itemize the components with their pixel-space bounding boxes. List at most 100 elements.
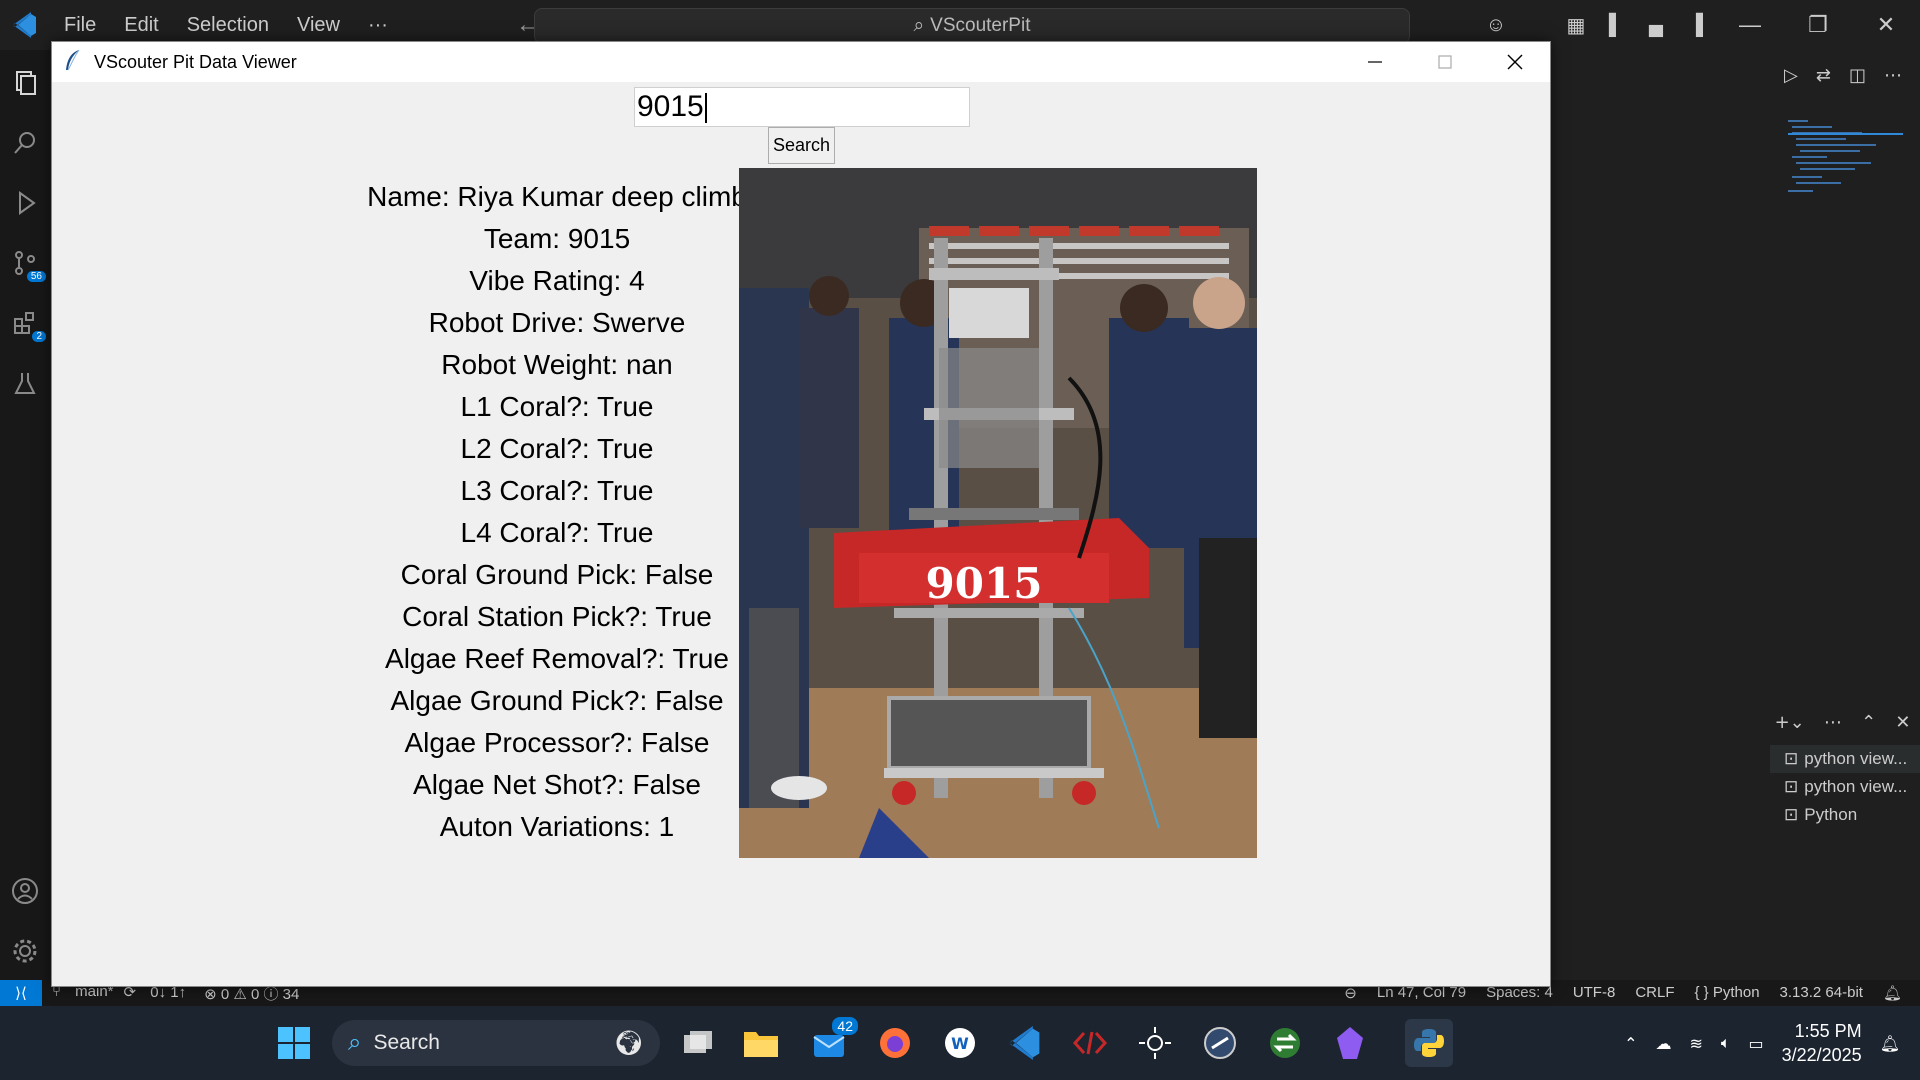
field-coral-ground-pick: Coral Ground Pick: False [400,559,714,590]
onedrive-cloud-icon[interactable]: ☁ [1655,1034,1671,1053]
menu-edit[interactable]: Edit [124,14,158,37]
feather-icon [64,49,82,76]
windows-start-icon[interactable] [274,1023,314,1063]
notifications-bell-icon[interactable]: 🔔︎ [1883,984,1902,1002]
pit-data-viewer-window: VScouter Pit Data Viewer 9015 Search Nam… [51,41,1551,987]
command-center-label: VScouterPit [930,15,1031,36]
obsidian-icon[interactable] [1330,1023,1370,1063]
search-button[interactable]: Search [768,127,835,164]
mail-icon[interactable]: 42 [810,1017,858,1063]
panel-actions: +⌄ ⋯ ⌃ ✕ [1765,712,1920,733]
line-ending[interactable]: CRLF [1635,984,1674,1002]
field-l3-coral: L3 Coral?: True [460,475,654,506]
search-icon[interactable] [10,128,40,158]
sync-app-icon[interactable] [1265,1023,1305,1063]
clock[interactable]: 1:55 PM 3/22/2025 [1782,1019,1862,1067]
menu-file[interactable]: File [64,14,96,37]
maximize-panel-icon[interactable]: ⌃ [1861,712,1876,733]
notification-icon[interactable]: 🔔︎ [1880,1034,1900,1053]
terminal-item[interactable]: ⊡ Python [1770,801,1920,829]
field-name: Name: Riya Kumar deep climb [367,181,747,212]
encoding[interactable]: UTF-8 [1573,984,1616,1002]
menu-selection[interactable]: Selection [187,14,269,37]
dev-tool-icon[interactable] [1070,1023,1110,1063]
copilot-icon[interactable]: ☺ [1476,14,1516,37]
team-search-input[interactable]: 9015 [634,87,970,127]
terminal-item[interactable]: ⊡ python view... [1770,773,1920,801]
new-terminal-icon[interactable]: +⌄ [1775,712,1805,733]
text-caret [704,93,707,124]
app-icon[interactable] [1200,1023,1240,1063]
editor-actions: ▷ ⇄ ◫ ⋯ [1550,50,1920,100]
manage-gear-icon[interactable] [10,936,40,966]
source-control-badge: 56 [26,271,46,282]
search-icon: ⌕ [348,1029,362,1056]
task-view-icon[interactable] [678,1023,718,1063]
terminal-label: python view... [1804,749,1908,768]
minimize-icon[interactable]: — [1716,12,1784,38]
firefox-icon[interactable] [875,1023,915,1063]
remote-icon[interactable]: ⟩⟨ [0,980,42,1006]
minimize-icon[interactable] [1340,42,1410,82]
team-search-value: 9015 [637,90,704,123]
terminal-item[interactable]: ⊡ python view... [1770,745,1920,773]
run-icon[interactable]: ▷ [1784,65,1798,86]
python-interpreter[interactable]: 3.13.2 64-bit [1780,984,1863,1002]
layout-icon[interactable]: ▦ [1556,13,1596,38]
system-tray: ⌃ ☁ ≋ 🔈︎ ▭ 1:55 PM 3/22/2025 🔔︎ [1624,1006,1900,1080]
windows-taskbar: ⌕ Search 🌍︎ 42 W ⌃ ☁ ≋ 🔈︎ ▭ 1:55 PM 3/22… [0,1006,1920,1080]
file-explorer-icon[interactable] [741,1023,781,1063]
field-algae-net-shot: Algae Net Shot?: False [413,769,701,800]
chevron-up-icon[interactable]: ⌃ [1624,1034,1637,1053]
close-panel-icon[interactable]: ✕ [1895,712,1910,733]
compare-icon[interactable]: ⇄ [1816,65,1831,86]
field-algae-processor: Algae Processor?: False [404,727,710,758]
taskbar-search-placeholder: Search [373,1031,440,1054]
toggle-panel-icon[interactable]: ▄ [1636,14,1676,37]
terminal-icon: ⊡ [1784,805,1799,824]
close-icon[interactable] [1480,42,1550,82]
field-l1-coral: L1 Coral?: True [460,391,654,422]
terminal-icon: ⊡ [1784,749,1799,768]
menu-view[interactable]: View [297,14,340,37]
language-mode[interactable]: { } Python [1694,984,1759,1002]
close-icon[interactable]: ✕ [1852,12,1920,38]
robot-number-label: 9015 [926,559,1043,608]
field-robot-weight: Robot Weight: nan [441,349,673,380]
source-control-icon[interactable]: 56 [10,248,46,282]
window-titlebar: VScouter Pit Data Viewer [52,42,1550,82]
window-title: VScouter Pit Data Viewer [94,51,297,72]
brightness-app-icon[interactable] [1135,1023,1175,1063]
testing-icon[interactable] [10,368,40,398]
python-taskbar-icon[interactable] [1405,1019,1453,1067]
vscode-logo-icon[interactable] [0,0,50,50]
command-center[interactable]: ⌕ VScouterPit [534,8,1410,44]
run-debug-icon[interactable] [10,188,40,218]
minimap [1788,120,1903,192]
activity-bar: 56 2 [0,50,50,980]
restore-icon[interactable]: ❐ [1784,12,1852,38]
more-actions-icon[interactable]: ⋯ [1884,65,1902,86]
wifi-icon[interactable]: ≋ [1689,1034,1702,1053]
field-algae-reef-removal: Algae Reef Removal?: True [385,643,729,674]
toggle-sidebar-icon[interactable]: ▌ [1596,14,1636,37]
menu-more[interactable]: ··· [368,14,388,37]
terminal-label: python view... [1804,777,1908,796]
battery-icon[interactable]: ▭ [1748,1034,1763,1053]
field-l2-coral: L2 Coral?: True [460,433,654,464]
split-editor-icon[interactable]: ◫ [1849,65,1866,86]
volume-icon[interactable]: 🔈︎ [1721,1033,1731,1053]
explorer-icon[interactable] [10,68,40,98]
maximize-icon[interactable] [1410,42,1480,82]
vscode-taskbar-icon[interactable] [1005,1023,1045,1063]
word-app-icon[interactable]: W [940,1023,980,1063]
panel-more-icon[interactable]: ⋯ [1824,712,1842,733]
account-icon[interactable] [10,876,40,906]
clock-date: 3/22/2025 [1781,1045,1862,1065]
extensions-icon[interactable]: 2 [10,308,46,342]
terminal-label: Python [1804,805,1858,824]
taskbar-search-box[interactable]: ⌕ Search 🌍︎ [332,1020,660,1066]
terminal-icon: ⊡ [1784,777,1799,796]
toggle-secondary-sidebar-icon[interactable]: ▐ [1676,14,1716,37]
menu-bar: File Edit Selection View ··· [64,14,416,37]
